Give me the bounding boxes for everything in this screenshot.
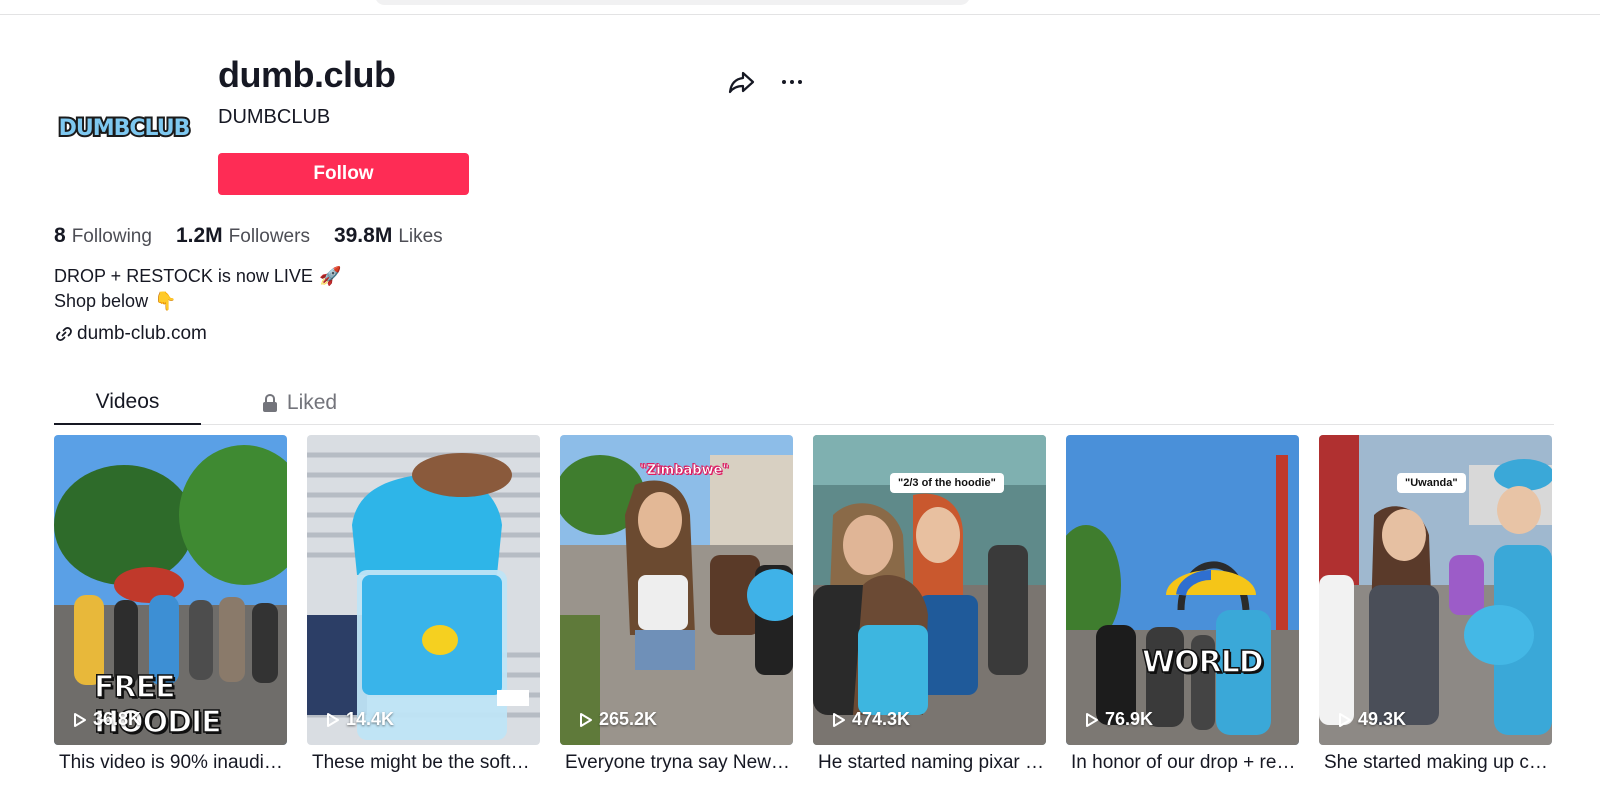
profile-link-text: dumb-club.com [77, 323, 207, 344]
video-caption[interactable]: In honor of our drop + restock [1066, 752, 1299, 774]
video-card[interactable]: WORLD 76.9K In honor of our drop + resto… [1066, 435, 1299, 774]
lock-icon [262, 393, 277, 412]
video-caption[interactable]: She started making up countries [1319, 752, 1552, 774]
video-overlay-text: "2/3 of the hoodie" [890, 473, 1004, 493]
bio-text: Shop below [54, 291, 149, 311]
share-button[interactable] [727, 67, 757, 97]
play-icon [833, 712, 845, 727]
video-caption[interactable]: He started naming pixar movies [813, 752, 1046, 774]
tab-liked-label: Liked [286, 390, 338, 414]
avatar-logo-text: DUMBCLUB [59, 116, 190, 141]
stat-likes-value: 39.8M [333, 224, 393, 247]
more-icon-dot [798, 80, 802, 84]
play-icon [580, 712, 592, 727]
video-caption[interactable]: Everyone tryna say New Zealand [560, 752, 793, 774]
stat-following[interactable]: 8 Following [54, 224, 152, 248]
video-views-count: 76.9K [1105, 709, 1154, 729]
video-views-count: 36.8K [93, 709, 142, 729]
thumbnail-image [1066, 435, 1299, 745]
top-bar [0, 0, 1600, 15]
stat-followers-value: 1.2M [175, 224, 223, 247]
video-overlay-text: WORLD [1141, 644, 1264, 681]
play-icon [1086, 712, 1098, 727]
bio-line: Shop below 👇 [54, 289, 341, 314]
pointing-down-icon: 👇 [154, 291, 177, 311]
video-card[interactable]: "Uwanda" 49.3K She started making up cou… [1319, 435, 1552, 774]
play-icon [1339, 712, 1351, 727]
profile-tabs: Videos Liked [54, 380, 1554, 425]
tab-videos[interactable]: Videos [54, 380, 201, 425]
video-overlay-text: "Zimbabwe" [640, 463, 730, 479]
video-views: 14.4K [325, 709, 394, 730]
more-icon [782, 80, 786, 84]
video-card[interactable]: 14.4K These might be the softest hoodies [307, 435, 540, 774]
video-views: 265.2K [578, 709, 657, 730]
avatar-logo: DUMBCLUB [54, 80, 194, 170]
share-icon [728, 71, 755, 94]
video-thumbnail[interactable]: FREE HOODIE 36.8K [54, 435, 287, 745]
video-card[interactable]: "2/3 of the hoodie" 474.3K He started na… [813, 435, 1046, 774]
video-overlay-text: "Uwanda" [1397, 473, 1466, 493]
thumbnail-image [560, 435, 793, 745]
video-card[interactable]: "Zimbabwe" 265.2K Everyone tryna say New… [560, 435, 793, 774]
play-icon [327, 712, 339, 727]
profile-bio: DROP + RESTOCK is now LIVE 🚀 Shop below … [54, 264, 341, 314]
follow-button[interactable]: Follow [218, 153, 469, 195]
stat-followers[interactable]: 1.2M Followers [176, 224, 310, 248]
video-caption[interactable]: These might be the softest hoodies [307, 752, 540, 774]
tab-videos-label: Videos [95, 389, 160, 413]
profile-stats: 8 Following 1.2M Followers 39.8M Likes [54, 224, 467, 248]
video-card[interactable]: FREE HOODIE 36.8K This video is 90% inau… [54, 435, 287, 774]
more-options-button[interactable] [776, 67, 808, 97]
video-thumbnail[interactable]: WORLD 76.9K [1066, 435, 1299, 745]
stat-following-label: Following [71, 226, 152, 247]
video-thumbnail[interactable]: "Uwanda" 49.3K [1319, 435, 1552, 745]
video-thumbnail[interactable]: 14.4K [307, 435, 540, 745]
video-views-count: 474.3K [852, 709, 911, 729]
video-grid: FREE HOODIE 36.8K This video is 90% inau… [54, 435, 1554, 785]
play-icon [74, 712, 86, 727]
video-views: 49.3K [1337, 709, 1406, 730]
video-views: 474.3K [831, 709, 910, 730]
avatar[interactable]: DUMBCLUB [54, 80, 194, 170]
video-views-count: 14.4K [346, 709, 395, 729]
video-caption[interactable]: This video is 90% inaudible [54, 752, 287, 774]
video-views: 76.9K [1084, 709, 1153, 730]
video-thumbnail[interactable]: "Zimbabwe" 265.2K [560, 435, 793, 745]
tab-liked[interactable]: Liked [214, 380, 384, 425]
profile-username: dumb.club [218, 54, 396, 95]
bio-line: DROP + RESTOCK is now LIVE 🚀 [54, 264, 341, 289]
profile-nickname: DUMBCLUB [218, 106, 331, 128]
thumbnail-image [307, 435, 540, 745]
link-icon [56, 326, 72, 342]
stat-likes-label: Likes [398, 226, 443, 247]
profile-link[interactable]: dumb-club.com [54, 323, 207, 345]
video-views: 36.8K [72, 709, 141, 730]
video-thumbnail[interactable]: "2/3 of the hoodie" 474.3K [813, 435, 1046, 745]
stat-likes: 39.8M Likes [334, 224, 443, 248]
video-views-count: 49.3K [1358, 709, 1407, 729]
search-bar[interactable] [375, 0, 970, 5]
rocket-icon: 🚀 [318, 266, 342, 286]
stat-followers-label: Followers [228, 226, 310, 247]
stat-following-value: 8 [54, 224, 66, 247]
more-icon-dot [790, 80, 794, 84]
bio-text: DROP + RESTOCK is now LIVE [54, 266, 313, 286]
video-views-count: 265.2K [599, 709, 658, 729]
